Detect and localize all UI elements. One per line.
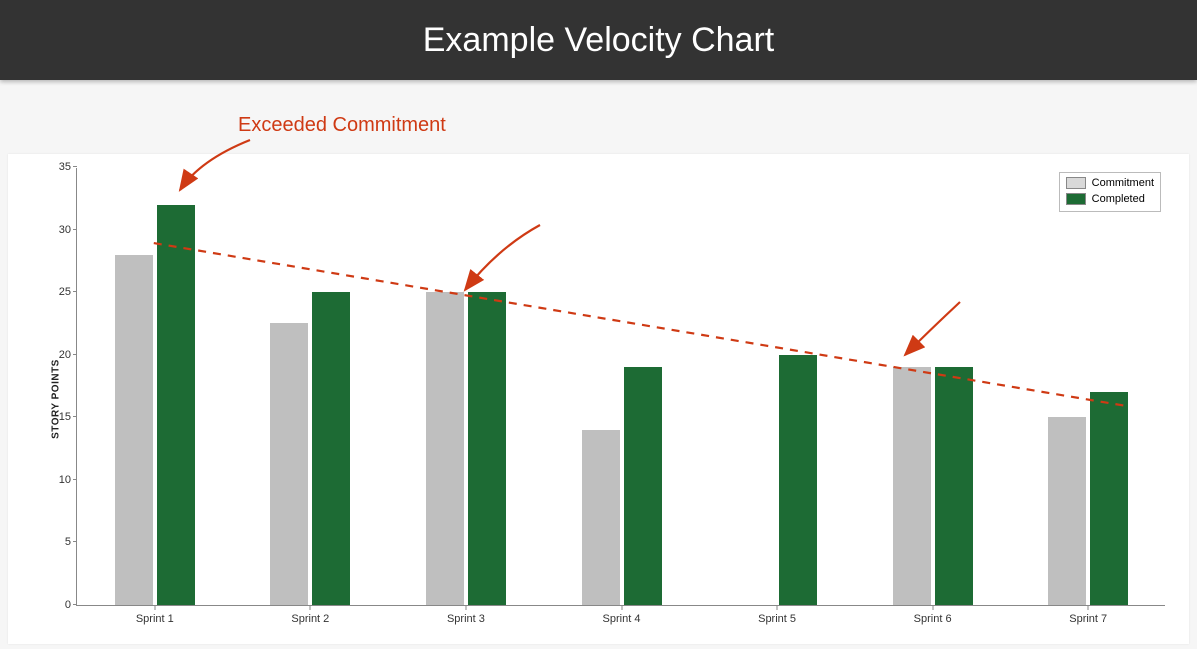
bar-completed bbox=[779, 355, 817, 605]
swatch-icon bbox=[1066, 177, 1086, 189]
bar-commitment bbox=[426, 292, 464, 605]
bar-completed bbox=[935, 367, 973, 605]
bar-commitment bbox=[582, 430, 620, 605]
legend-label: Completed bbox=[1092, 191, 1145, 207]
bar-completed bbox=[157, 205, 195, 605]
bar-commitment bbox=[893, 367, 931, 605]
y-tick-label: 15 bbox=[59, 411, 77, 423]
y-tick-label: 0 bbox=[65, 599, 77, 611]
y-tick-label: 30 bbox=[59, 224, 77, 236]
legend-label: Commitment bbox=[1092, 175, 1154, 191]
bar-commitment bbox=[270, 323, 308, 605]
legend: Commitment Completed bbox=[1059, 172, 1161, 212]
y-axis-label: STORY POINTS bbox=[50, 359, 61, 439]
chart-stage: Exceeded Commitment Met Commitment Dropp… bbox=[0, 80, 1197, 649]
swatch-icon bbox=[1066, 193, 1086, 205]
y-tick-label: 35 bbox=[59, 161, 77, 173]
legend-item-completed: Completed bbox=[1066, 191, 1154, 207]
bar-completed bbox=[1090, 392, 1128, 605]
bars-layer bbox=[77, 168, 1165, 605]
chart-panel: STORY POINTS Commitment Completed 051015… bbox=[8, 154, 1189, 644]
page-title: Example Velocity Chart bbox=[423, 21, 775, 60]
annotation-exceeded: Exceeded Commitment bbox=[238, 114, 446, 137]
y-tick-label: 25 bbox=[59, 286, 77, 298]
y-tick-label: 20 bbox=[59, 349, 77, 361]
legend-item-commitment: Commitment bbox=[1066, 175, 1154, 191]
y-tick-label: 5 bbox=[65, 536, 77, 548]
page-header: Example Velocity Chart bbox=[0, 0, 1197, 80]
bar-commitment bbox=[115, 255, 153, 605]
y-tick-label: 10 bbox=[59, 474, 77, 486]
bar-commitment bbox=[1048, 417, 1086, 605]
bar-completed bbox=[468, 292, 506, 605]
bar-completed bbox=[624, 367, 662, 605]
plot-area: Commitment Completed 05101520253035Sprin… bbox=[76, 168, 1165, 606]
bar-completed bbox=[312, 292, 350, 605]
